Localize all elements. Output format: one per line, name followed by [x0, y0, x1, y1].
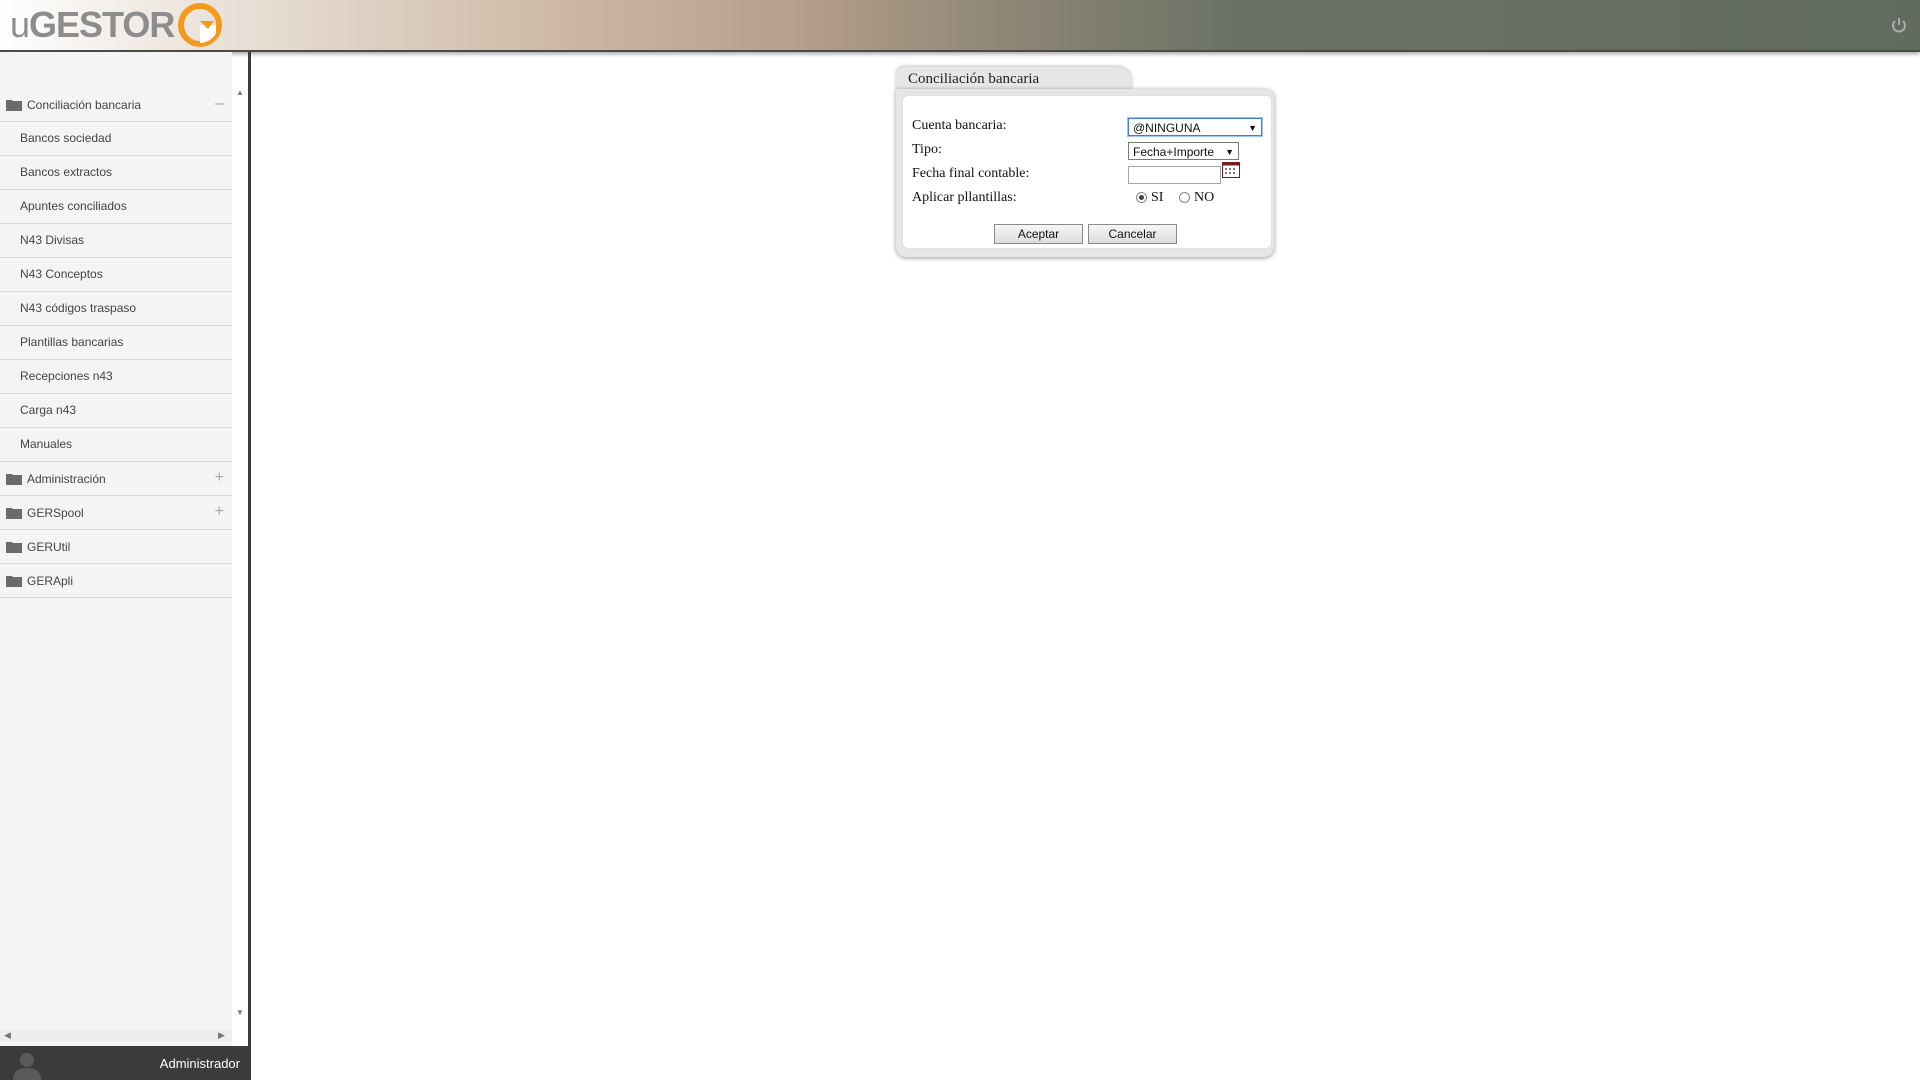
dialog-title: Conciliación bancaria: [908, 71, 1040, 87]
dialog-body: Cuenta bancaria: @NINGUNA ▼ Tipo: Fecha+…: [896, 89, 1274, 257]
sidebar-vertical-scrollbar[interactable]: ▲ ▼: [235, 88, 245, 1018]
folder-icon: [6, 541, 22, 553]
collapse-icon[interactable]: –: [215, 96, 224, 112]
sidebar-item-recepciones-n43[interactable]: Recepciones n43: [0, 360, 232, 394]
dropdown-arrow-icon: ▼: [1225, 147, 1234, 157]
folder-icon: [6, 473, 22, 485]
aceptar-button[interactable]: Aceptar: [994, 224, 1083, 244]
folder-icon: [6, 99, 22, 111]
plantillas-si-radio[interactable]: [1136, 192, 1147, 203]
sidebar-item-carga-n43[interactable]: Carga n43: [0, 394, 232, 428]
sidebar-group-label: GERSpool: [27, 505, 84, 520]
scroll-right-icon[interactable]: ▶: [218, 1030, 225, 1041]
sidebar-group-gerspool[interactable]: GERSpool +: [0, 496, 232, 530]
sidebar-item-plantillas-bancarias[interactable]: Plantillas bancarias: [0, 326, 232, 360]
user-bar: Administrador: [0, 1046, 248, 1080]
user-name[interactable]: Administrador: [160, 1056, 240, 1071]
sidebar-item-n43-conceptos[interactable]: N43 Conceptos: [0, 258, 232, 292]
cancelar-button[interactable]: Cancelar: [1088, 224, 1177, 244]
sidebar-group-gerutil[interactable]: GERUtil: [0, 530, 232, 564]
sidebar: Conciliación bancaria – Bancos sociedad …: [0, 52, 244, 1046]
cuenta-bancaria-select[interactable]: @NINGUNA ▼: [1128, 118, 1262, 136]
sidebar-group-label: GERApli: [27, 573, 74, 588]
sidebar-item-n43-divisas[interactable]: N43 Divisas: [0, 224, 232, 258]
sidebar-item-bancos-extractos[interactable]: Bancos extractos: [0, 156, 232, 190]
sidebar-menu: Conciliación bancaria – Bancos sociedad …: [0, 88, 232, 598]
folder-icon: [6, 575, 22, 587]
power-icon[interactable]: [1890, 16, 1908, 34]
scroll-left-icon[interactable]: ◀: [4, 1030, 11, 1041]
plantillas-no-radio[interactable]: [1179, 192, 1190, 203]
fecha-final-label: Fecha final contable:: [912, 166, 1030, 181]
sidebar-group-label: Conciliación bancaria: [27, 97, 142, 112]
sidebar-group-administracion[interactable]: Administración +: [0, 462, 232, 496]
sidebar-group-label: GERUtil: [27, 539, 71, 554]
sidebar-horizontal-scrollbar[interactable]: ◀ ▶: [0, 1030, 232, 1042]
dropdown-arrow-icon: ▼: [1248, 123, 1257, 133]
aplicar-plantillas-label: Aplicar pllantillas:: [912, 190, 1017, 205]
calendar-icon[interactable]: [1222, 162, 1240, 178]
sidebar-group-label: Administración: [27, 471, 106, 486]
plantillas-no-label[interactable]: NO: [1194, 190, 1214, 206]
cuenta-bancaria-label: Cuenta bancaria:: [912, 118, 1007, 133]
dialog-title-tab[interactable]: Conciliación bancaria: [896, 67, 1132, 91]
fecha-final-input[interactable]: [1128, 166, 1221, 184]
sidebar-group-conciliacion[interactable]: Conciliación bancaria –: [0, 88, 232, 122]
scroll-down-icon[interactable]: ▼: [236, 1008, 244, 1017]
sidebar-item-n43-codigos-traspaso[interactable]: N43 códigos traspaso: [0, 292, 232, 326]
sidebar-item-bancos-sociedad[interactable]: Bancos sociedad: [0, 122, 232, 156]
app-logo[interactable]: uGESTOR: [10, 3, 223, 47]
tipo-select[interactable]: Fecha+Importe ▼: [1128, 142, 1239, 160]
tipo-value: Fecha+Importe: [1133, 145, 1215, 159]
plantillas-si-label[interactable]: SI: [1151, 190, 1163, 206]
sidebar-item-manuales[interactable]: Manuales: [0, 428, 232, 462]
expand-icon[interactable]: +: [215, 470, 224, 486]
avatar-icon[interactable]: [10, 1050, 44, 1080]
tipo-label: Tipo:: [912, 142, 942, 157]
sidebar-item-apuntes-conciliados[interactable]: Apuntes conciliados: [0, 190, 232, 224]
expand-icon[interactable]: +: [215, 504, 224, 520]
logo-mark-icon: [178, 3, 223, 47]
scroll-up-icon[interactable]: ▲: [236, 88, 244, 97]
sidebar-divider[interactable]: [248, 52, 251, 1080]
sidebar-group-gerapli[interactable]: GERApli: [0, 564, 232, 598]
logo-text: uGESTOR: [10, 4, 175, 45]
app-header: uGESTOR: [0, 0, 1920, 52]
dialog-form: Cuenta bancaria: @NINGUNA ▼ Tipo: Fecha+…: [902, 95, 1272, 249]
conciliacion-dialog: Conciliación bancaria Cuenta bancaria: @…: [896, 67, 1276, 261]
folder-icon: [6, 507, 22, 519]
cuenta-bancaria-value: @NINGUNA: [1133, 121, 1201, 135]
